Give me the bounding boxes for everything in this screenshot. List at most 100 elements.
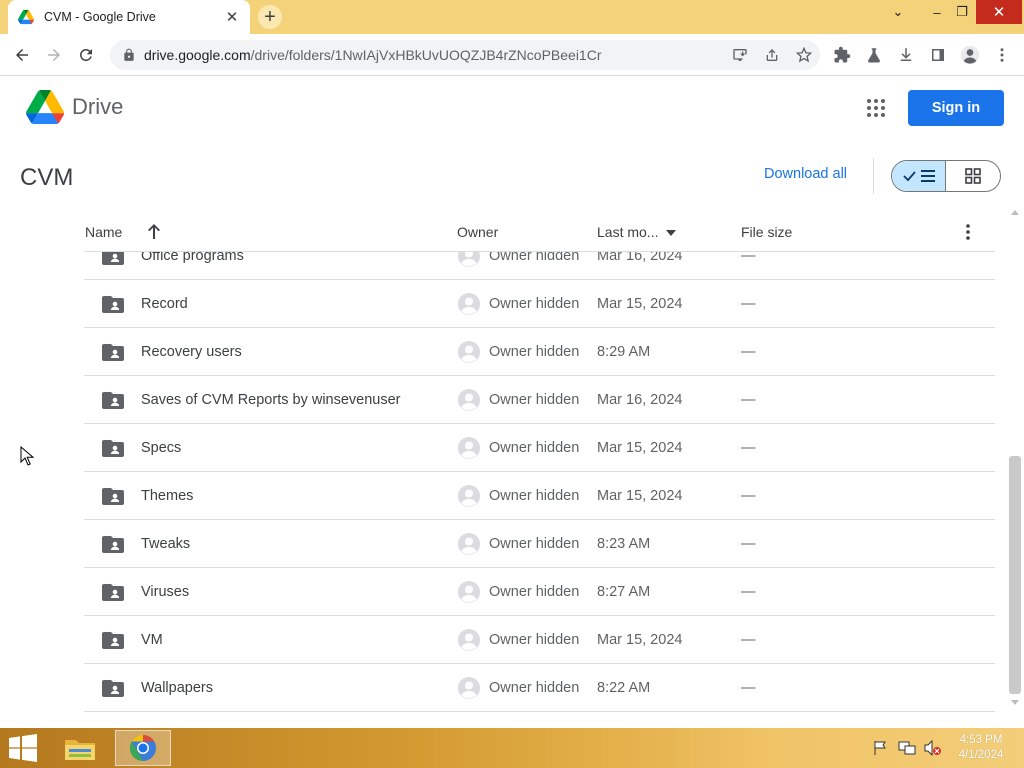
list-view-button[interactable]	[892, 161, 947, 191]
forward-icon[interactable]	[42, 43, 66, 67]
file-row[interactable]: Record Owner hidden Mar 15, 2024 —	[84, 280, 995, 328]
shared-folder-icon	[102, 680, 124, 697]
tab-strip: CVM - Google Drive ✕ + ⌄ – ❐ ✕	[0, 0, 1024, 34]
google-drive-favicon-icon	[18, 9, 34, 25]
shared-folder-icon	[102, 632, 124, 649]
more-options-icon[interactable]	[960, 222, 976, 242]
install-app-icon[interactable]	[730, 45, 750, 65]
file-row[interactable]: Tweaks Owner hidden 8:23 AM —	[84, 520, 995, 568]
file-owner: Owner hidden	[489, 392, 580, 408]
file-explorer-taskbar-button[interactable]	[52, 730, 108, 766]
file-name: VM	[141, 632, 163, 648]
grid-view-button[interactable]	[946, 161, 1000, 191]
file-owner: Owner hidden	[489, 632, 580, 648]
reload-icon[interactable]	[74, 43, 98, 67]
scroll-up-arrow-icon[interactable]	[1011, 210, 1019, 215]
file-size: —	[741, 392, 756, 408]
close-window-button[interactable]: ✕	[976, 0, 1022, 24]
clock-date: 4/1/2024	[958, 749, 1004, 761]
owner-avatar-icon	[458, 677, 480, 699]
downloads-icon[interactable]	[896, 45, 916, 65]
back-icon[interactable]	[10, 43, 34, 67]
file-name: Specs	[141, 440, 182, 456]
profile-avatar-icon[interactable]	[960, 45, 980, 65]
browser-tab[interactable]: CVM - Google Drive ✕	[8, 0, 250, 34]
file-modified: 8:22 AM	[597, 680, 651, 696]
url-text: drive.google.com/drive/folders/1NwIAjVxH…	[144, 47, 602, 63]
file-row[interactable]: Themes Owner hidden Mar 15, 2024 —	[84, 472, 995, 520]
file-name: Tweaks	[141, 536, 191, 552]
mouse-cursor-icon	[20, 446, 34, 466]
scrollbar-thumb[interactable]	[1009, 456, 1021, 694]
chrome-taskbar-button[interactable]	[115, 730, 171, 766]
sort-dropdown-caret-icon[interactable]	[666, 230, 676, 236]
file-size: —	[741, 296, 756, 312]
new-tab-button[interactable]: +	[258, 5, 282, 29]
owner-avatar-icon	[458, 629, 480, 651]
extensions-icon[interactable]	[832, 45, 852, 65]
share-icon[interactable]	[762, 45, 782, 65]
file-size: —	[741, 440, 756, 456]
file-owner: Owner hidden	[489, 440, 580, 456]
header-divider	[873, 158, 874, 194]
minimize-button[interactable]: –	[924, 0, 950, 24]
shared-folder-icon	[102, 440, 124, 457]
taskbar-clock[interactable]: 4:53 PM 4/1/2024	[950, 733, 1012, 763]
owner-avatar-icon	[458, 485, 480, 507]
browser-toolbar: drive.google.com/drive/folders/1NwIAjVxH…	[0, 34, 1024, 76]
owner-avatar-icon	[458, 437, 480, 459]
maximize-button[interactable]: ❐	[950, 0, 974, 24]
clock-time: 4:53 PM	[959, 734, 1003, 746]
file-size: —	[741, 632, 756, 648]
google-apps-grid-icon[interactable]	[866, 98, 886, 118]
bookmark-star-icon[interactable]	[794, 45, 814, 65]
side-panel-icon[interactable]	[928, 45, 948, 65]
browser-menu-icon[interactable]	[992, 45, 1012, 65]
network-icon[interactable]	[898, 740, 916, 756]
volume-muted-icon[interactable]	[924, 739, 942, 757]
column-header-owner: Owner	[457, 224, 499, 240]
file-size: —	[741, 680, 756, 696]
file-size: —	[741, 488, 756, 504]
tab-search-icon[interactable]: ⌄	[884, 0, 912, 24]
file-size: —	[741, 584, 756, 600]
scroll-down-arrow-icon[interactable]	[1011, 700, 1019, 705]
windows-start-icon[interactable]	[8, 734, 38, 762]
action-center-flag-icon[interactable]	[872, 740, 890, 756]
download-all-button[interactable]: Download all	[764, 166, 847, 182]
owner-avatar-icon	[458, 533, 480, 555]
google-drive-logo-icon[interactable]	[26, 90, 64, 124]
sort-ascending-arrow-icon[interactable]	[146, 222, 162, 240]
file-owner: Owner hidden	[489, 488, 580, 504]
tab-close-icon[interactable]: ✕	[224, 8, 240, 26]
lock-icon	[124, 48, 134, 61]
system-tray	[872, 739, 942, 757]
grid-view-icon	[965, 168, 981, 184]
drive-brand-text[interactable]: Drive	[72, 94, 123, 120]
file-owner: Owner hidden	[489, 680, 580, 696]
file-row[interactable]: Wallpapers Owner hidden 8:22 AM —	[84, 664, 995, 712]
file-row[interactable]: Specs Owner hidden Mar 15, 2024 —	[84, 424, 995, 472]
file-modified: Mar 15, 2024	[597, 488, 683, 504]
file-row[interactable]: Saves of CVM Reports by winsevenuser Own…	[84, 376, 995, 424]
file-name: Record	[141, 296, 188, 312]
column-header-last-modified[interactable]: Last mo...	[597, 224, 658, 240]
sign-in-button[interactable]: Sign in	[908, 90, 1004, 126]
address-bar[interactable]: drive.google.com/drive/folders/1NwIAjVxH…	[110, 40, 820, 70]
file-modified: Mar 15, 2024	[597, 296, 683, 312]
file-name: Viruses	[141, 584, 190, 600]
file-name: Themes	[141, 488, 194, 504]
file-list: Office programs Owner hidden Mar 16, 202…	[84, 232, 995, 712]
labs-flask-icon[interactable]	[864, 45, 884, 65]
file-row[interactable]: VM Owner hidden Mar 15, 2024 —	[84, 616, 995, 664]
browser-app-icon	[129, 734, 156, 762]
column-header-name[interactable]: Name	[85, 224, 122, 240]
file-row[interactable]: Recovery users Owner hidden 8:29 AM —	[84, 328, 995, 376]
file-size: —	[741, 536, 756, 552]
tab-title: CVM - Google Drive	[44, 10, 156, 24]
taskbar: 4:53 PM 4/1/2024	[0, 728, 1024, 768]
file-size: —	[741, 344, 756, 360]
file-name: Recovery users	[141, 344, 242, 360]
view-toggle	[891, 160, 1001, 192]
file-row[interactable]: Viruses Owner hidden 8:27 AM —	[84, 568, 995, 616]
